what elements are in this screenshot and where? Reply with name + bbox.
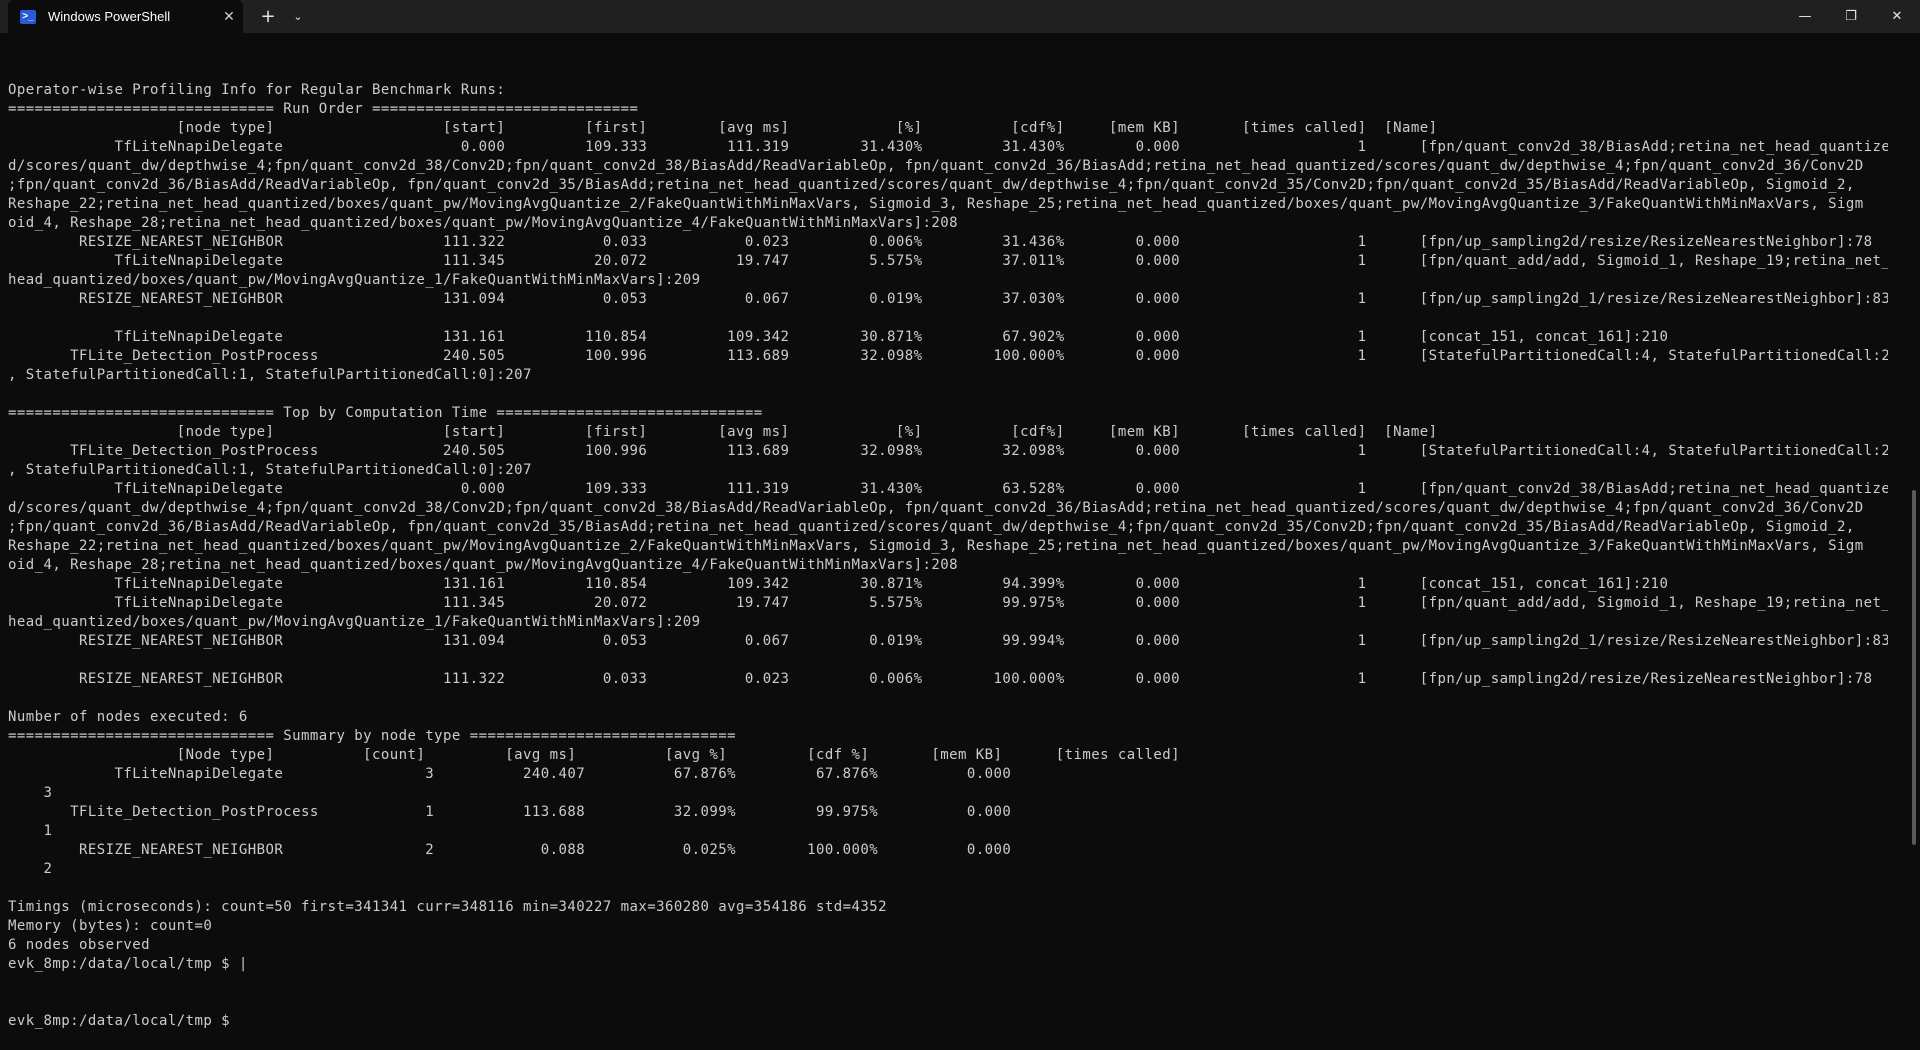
- terminal-line: Operator-wise Profiling Info for Regular…: [8, 82, 506, 98]
- terminal-line: RESIZE_NEAREST_NEIGHBOR 111.322 0.033 0.…: [8, 671, 1873, 687]
- terminal-line: ;fpn/quant_conv2d_36/BiasAdd/ReadVariabl…: [8, 177, 1855, 193]
- terminal-line: RESIZE_NEAREST_NEIGHBOR 2 0.088 0.025% 1…: [8, 842, 1012, 858]
- terminal-line: d/scores/quant_dw/depthwise_4;fpn/quant_…: [8, 500, 1864, 516]
- terminal-line: oid_4, Reshape_28;retina_net_head_quanti…: [8, 557, 959, 573]
- terminal-line: Reshape_22;retina_net_head_quantized/box…: [8, 196, 1864, 212]
- terminal-line: head_quantized/boxes/quant_pw/MovingAvgQ…: [8, 272, 701, 288]
- terminal-line: TfLiteNnapiDelegate 0.000 109.333 111.31…: [8, 139, 1888, 155]
- terminal-line: ============================== Summary b…: [8, 728, 737, 744]
- window-controls: — ❐ ✕: [1782, 0, 1920, 33]
- terminal-output[interactable]: Operator-wise Profiling Info for Regular…: [8, 81, 1888, 1041]
- terminal-line: RESIZE_NEAREST_NEIGHBOR 131.094 0.053 0.…: [8, 633, 1888, 649]
- maximize-button[interactable]: ❐: [1828, 0, 1874, 33]
- terminal-line: RESIZE_NEAREST_NEIGHBOR 111.322 0.033 0.…: [8, 234, 1873, 250]
- terminal-line: [node type] [start] [first] [avg ms] [%]…: [8, 424, 1438, 440]
- scrollbar[interactable]: [1912, 490, 1916, 845]
- terminal-line: evk_8mp:/data/local/tmp $: [8, 1013, 230, 1029]
- terminal-line: , StatefulPartitionedCall:1, StatefulPar…: [8, 367, 532, 383]
- terminal-line: Timings (microseconds): count=50 first=3…: [8, 899, 887, 915]
- terminal-line: TFLite_Detection_PostProcess 240.505 100…: [8, 348, 1888, 364]
- terminal-line: ============================== Top by Co…: [8, 405, 763, 421]
- terminal-line: 3: [8, 785, 53, 801]
- terminal-line: 6 nodes observed: [8, 937, 151, 953]
- terminal-line: Reshape_22;retina_net_head_quantized/box…: [8, 538, 1864, 554]
- terminal-line: ============================== Run Order…: [8, 101, 639, 117]
- terminal-line: TfLiteNnapiDelegate 111.345 20.072 19.74…: [8, 253, 1888, 269]
- title-bar: >_ Windows PowerShell ✕ + ⌄ — ❐ ✕: [0, 0, 1920, 33]
- terminal-line: 2: [8, 861, 53, 877]
- terminal-line: , StatefulPartitionedCall:1, StatefulPar…: [8, 462, 532, 478]
- terminal-line: Number of nodes executed: 6: [8, 709, 248, 725]
- tab-windows-powershell[interactable]: >_ Windows PowerShell ✕: [8, 0, 243, 33]
- terminal-line: [Node type] [count] [avg ms] [avg %] [cd…: [8, 747, 1180, 763]
- terminal-line: d/scores/quant_dw/depthwise_4;fpn/quant_…: [8, 158, 1864, 174]
- chevron-down-icon[interactable]: ⌄: [289, 10, 307, 23]
- terminal-line: evk_8mp:/data/local/tmp $ |: [8, 956, 248, 972]
- terminal-line: TFLite_Detection_PostProcess 1 113.688 3…: [8, 804, 1012, 820]
- terminal-line: oid_4, Reshape_28;retina_net_head_quanti…: [8, 215, 959, 231]
- minimize-button[interactable]: —: [1782, 0, 1828, 33]
- new-tab-button[interactable]: +: [255, 6, 281, 27]
- terminal-line: TfLiteNnapiDelegate 111.345 20.072 19.74…: [8, 595, 1888, 611]
- terminal-line: TfLiteNnapiDelegate 3 240.407 67.876% 67…: [8, 766, 1012, 782]
- tab-title: Windows PowerShell: [48, 9, 171, 24]
- terminal-line: head_quantized/boxes/quant_pw/MovingAvgQ…: [8, 614, 701, 630]
- terminal-line: 1: [8, 823, 53, 839]
- terminal-line: TfLiteNnapiDelegate 0.000 109.333 111.31…: [8, 481, 1888, 497]
- close-tab-icon[interactable]: ✕: [215, 9, 243, 25]
- terminal-line: ;fpn/quant_conv2d_36/BiasAdd/ReadVariabl…: [8, 519, 1855, 535]
- terminal-line: TFLite_Detection_PostProcess 240.505 100…: [8, 443, 1888, 459]
- terminal-line: Memory (bytes): count=0: [8, 918, 213, 934]
- close-window-button[interactable]: ✕: [1874, 0, 1920, 33]
- terminal-line: TfLiteNnapiDelegate 131.161 110.854 109.…: [8, 329, 1669, 345]
- terminal-line: RESIZE_NEAREST_NEIGHBOR 131.094 0.053 0.…: [8, 291, 1888, 307]
- terminal-line: [node type] [start] [first] [avg ms] [%]…: [8, 120, 1438, 136]
- powershell-icon: >_: [20, 9, 36, 24]
- terminal-line: TfLiteNnapiDelegate 131.161 110.854 109.…: [8, 576, 1669, 592]
